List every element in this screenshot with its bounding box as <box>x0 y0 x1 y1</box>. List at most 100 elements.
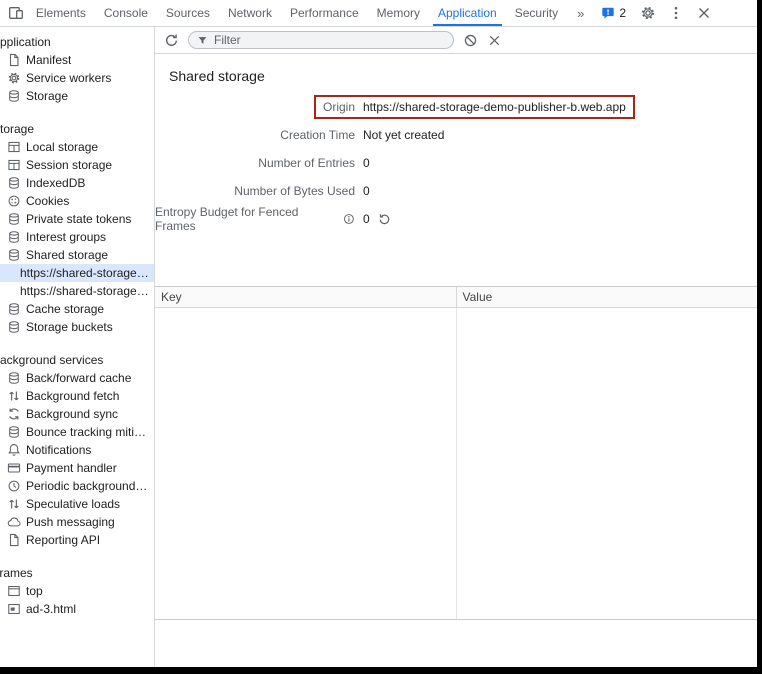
database-icon <box>7 371 21 385</box>
close-devtools-button[interactable] <box>691 5 717 21</box>
database-icon <box>7 302 21 316</box>
sidebar-item-top[interactable]: top <box>0 582 154 600</box>
tab-elements[interactable]: Elements <box>27 0 95 26</box>
sidebar-item-label: Local storage <box>26 140 98 154</box>
shared-storage-toolbar <box>155 27 757 54</box>
devtools-window: ElementsConsoleSourcesNetworkPerformance… <box>0 0 762 674</box>
sidebar-item-label: Reporting API <box>26 533 100 547</box>
metadata-value: Not yet created <box>355 128 444 142</box>
info-icon[interactable] <box>343 213 355 225</box>
database-icon <box>7 212 21 226</box>
settings-icon <box>640 5 656 21</box>
transfer-arrows-icon <box>7 389 21 403</box>
sidebar-item-shared-storage[interactable]: Shared storage <box>0 246 154 264</box>
sidebar-item-service-workers[interactable]: Service workers <box>0 69 154 87</box>
more-options-button[interactable] <box>663 5 689 21</box>
issues-icon <box>601 6 615 20</box>
sidebar-item-label: Cookies <box>26 194 69 208</box>
sidebar-item-reporting-api[interactable]: Reporting API <box>0 531 154 549</box>
sidebar-item-cache-storage[interactable]: Cache storage <box>0 300 154 318</box>
metadata-value: https://shared-storage-demo-publisher-b.… <box>355 100 626 114</box>
sidebar-section-application[interactable]: Application <box>0 32 154 51</box>
sidebar-item-background-sync[interactable]: Background sync <box>0 405 154 423</box>
sidebar-item-label: Manifest <box>26 53 71 67</box>
delete-icon <box>487 33 502 48</box>
tab-console[interactable]: Console <box>95 0 157 26</box>
sidebar-item-background-fetch[interactable]: Background fetch <box>0 387 154 405</box>
metadata-label: Number of Bytes Used <box>155 184 355 198</box>
tabbar-right: 2 <box>594 0 717 26</box>
metadata-list: Originhttps://shared-storage-demo-publis… <box>155 93 757 233</box>
settings-button[interactable] <box>635 5 661 21</box>
metadata-value: 0 <box>355 212 391 226</box>
sidebar-item-ad-3-html[interactable]: ad-3.html <box>0 600 154 618</box>
tab-memory[interactable]: Memory <box>368 0 429 26</box>
sidebar-item-label: Background fetch <box>26 389 119 403</box>
frame-ad-icon <box>7 602 21 616</box>
sidebar-section-frames[interactable]: Frames <box>0 563 154 582</box>
sidebar-item-back-forward-cache[interactable]: Back/forward cache <box>0 369 154 387</box>
document-icon <box>7 533 21 547</box>
sidebar-item-https-shared-storage-d[interactable]: https://shared-storage-d… <box>0 282 154 300</box>
sidebar-item-label: Back/forward cache <box>26 371 131 385</box>
sidebar-item-label: Private state tokens <box>26 212 131 226</box>
metadata-value-text: 0 <box>363 212 370 226</box>
sidebar-section-storage[interactable]: Storage <box>0 119 154 138</box>
sidebar-item-indexeddb[interactable]: IndexedDB <box>0 174 154 192</box>
sidebar-item-periodic-background-sync[interactable]: Periodic background sync <box>0 477 154 495</box>
key-value-table: KeyValue <box>155 286 757 620</box>
metadata-value-text: https://shared-storage-demo-publisher-b.… <box>363 100 626 114</box>
bell-icon <box>7 443 21 457</box>
filter-funnel-icon <box>197 35 208 46</box>
refresh-button[interactable] <box>164 33 179 48</box>
sidebar-item-interest-groups[interactable]: Interest groups <box>0 228 154 246</box>
sidebar-item-speculative-loads[interactable]: Speculative loads <box>0 495 154 513</box>
sidebar-section-background-services[interactable]: Background services <box>0 350 154 369</box>
tab-security[interactable]: Security <box>506 0 567 26</box>
sidebar-section-label: Frames <box>0 566 33 580</box>
service-worker-icon <box>7 71 21 85</box>
sidebar-item-label: Storage buckets <box>26 320 113 334</box>
devtools-content: Application Manifest Service workers Storag… <box>0 27 757 667</box>
sidebar-item-label: IndexedDB <box>26 176 85 190</box>
sidebar-item-label: Push messaging <box>26 515 115 529</box>
sidebar-item-local-storage[interactable]: Local storage <box>0 138 154 156</box>
tab-application[interactable]: Application <box>429 0 506 26</box>
sidebar-item-storage[interactable]: Storage <box>0 87 154 105</box>
table-header: KeyValue <box>155 287 757 308</box>
sidebar-item-manifest[interactable]: Manifest <box>0 51 154 69</box>
sidebar-item-storage-buckets[interactable]: Storage buckets <box>0 318 154 336</box>
issues-button[interactable]: 2 <box>594 6 633 20</box>
clear-all-button[interactable] <box>463 33 478 48</box>
sidebar-item-https-shared-storage-d[interactable]: https://shared-storage-d… <box>0 264 154 282</box>
tab-sources[interactable]: Sources <box>157 0 219 26</box>
metadata-row: Number of Bytes Used0 <box>155 177 757 205</box>
filter-box[interactable] <box>188 31 454 49</box>
reset-budget-button[interactable] <box>378 213 391 226</box>
sidebar-item-private-state-tokens[interactable]: Private state tokens <box>0 210 154 228</box>
sidebar-item-push-messaging[interactable]: Push messaging <box>0 513 154 531</box>
filter-input[interactable] <box>214 33 445 47</box>
database-icon <box>7 176 21 190</box>
sidebar-item-bounce-tracking-mitigations[interactable]: Bounce tracking mitigations <box>0 423 154 441</box>
tab-performance[interactable]: Performance <box>281 0 368 26</box>
database-icon <box>7 230 21 244</box>
issues-count: 2 <box>619 6 626 20</box>
metadata-label-text: Number of Bytes Used <box>234 184 355 198</box>
sidebar-item-payment-handler[interactable]: Payment handler <box>0 459 154 477</box>
device-toolbar-button[interactable] <box>6 0 27 26</box>
sidebar-item-label: Storage <box>26 89 68 103</box>
column-header-value[interactable]: Value <box>457 287 758 307</box>
sidebar-section-label: Application <box>0 35 51 49</box>
delete-selected-button[interactable] <box>487 33 502 48</box>
sidebar-item-session-storage[interactable]: Session storage <box>0 156 154 174</box>
sidebar-item-notifications[interactable]: Notifications <box>0 441 154 459</box>
sidebar-item-label: Shared storage <box>26 248 108 262</box>
metadata-value-text: 0 <box>363 156 370 170</box>
sidebar-item-cookies[interactable]: Cookies <box>0 192 154 210</box>
sidebar-item-label: ad-3.html <box>26 602 76 616</box>
column-header-key[interactable]: Key <box>155 287 457 307</box>
more-tabs-button[interactable]: » <box>567 0 594 26</box>
sidebar-item-label: Payment handler <box>26 461 117 475</box>
tab-network[interactable]: Network <box>219 0 281 26</box>
